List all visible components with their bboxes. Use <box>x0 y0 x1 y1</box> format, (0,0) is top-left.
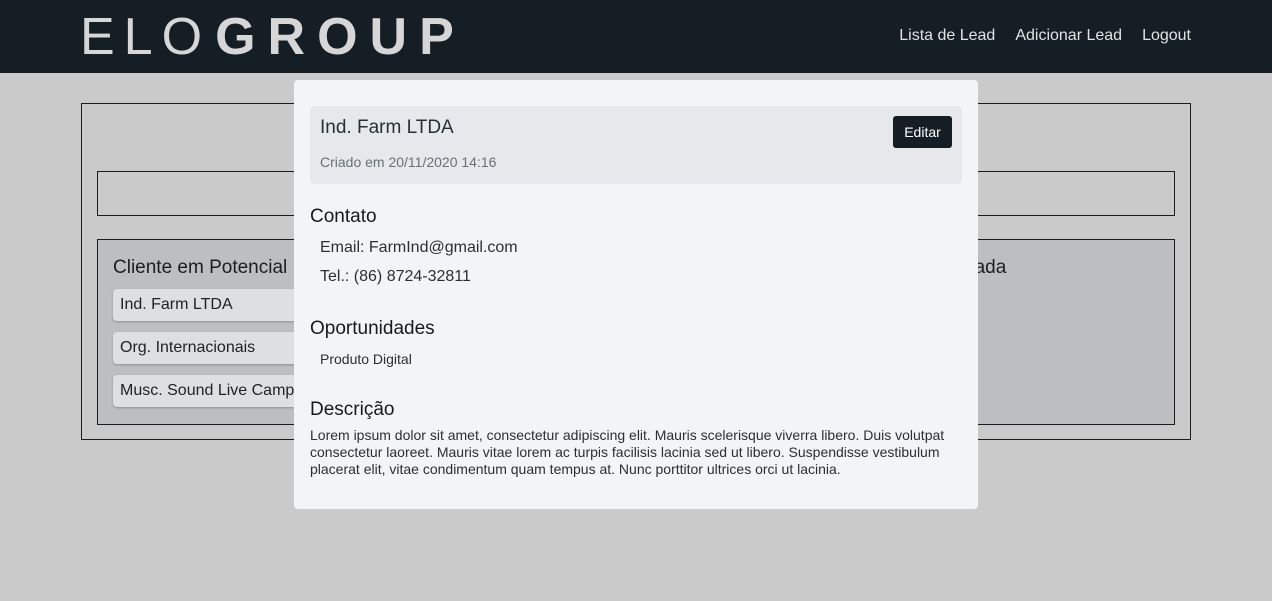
contact-section-title: Contato <box>310 206 377 227</box>
description-text: Lorem ipsum dolor sit amet, consectetur … <box>310 427 945 477</box>
nav-link-adicionar-lead[interactable]: Adicionar Lead <box>1015 26 1122 46</box>
nav-links: Lista de Lead Adicionar Lead Logout <box>899 26 1191 46</box>
lead-card[interactable]: Ind. Farm LTDA <box>113 289 303 321</box>
contact-phone: Tel.: (86) 8724-32811 <box>320 268 471 285</box>
lead-detail-modal: Ind. Farm LTDA Criado em 20/11/2020 14:1… <box>294 80 978 509</box>
lead-card[interactable]: Org. Internacionais <box>113 332 303 364</box>
description-section-title: Descrição <box>310 399 395 420</box>
top-navbar: ELO GROUP Lista de Lead Adicionar Lead L… <box>0 0 1272 73</box>
logo-bold-text: GROUP <box>215 8 466 66</box>
logo-light-text: ELO <box>80 8 212 66</box>
nav-link-lista-de-lead[interactable]: Lista de Lead <box>899 26 995 46</box>
edit-button[interactable]: Editar <box>893 116 952 148</box>
lead-card[interactable]: Musc. Sound Live Camp <box>113 375 303 407</box>
column-title-cliente-em-potencial: Cliente em Potencial <box>113 257 288 278</box>
opportunities-section-title: Oportunidades <box>310 318 435 339</box>
contact-email: Email: FarmInd@gmail.com <box>320 239 518 256</box>
created-date: Criado em 20/11/2020 14:16 <box>320 154 497 170</box>
modal-header: Ind. Farm LTDA Criado em 20/11/2020 14:1… <box>310 106 962 184</box>
elogroup-logo[interactable]: ELO GROUP <box>80 9 466 65</box>
opportunity-item: Produto Digital <box>320 351 412 367</box>
nav-link-logout[interactable]: Logout <box>1142 26 1191 46</box>
lead-name: Ind. Farm LTDA <box>320 117 454 138</box>
